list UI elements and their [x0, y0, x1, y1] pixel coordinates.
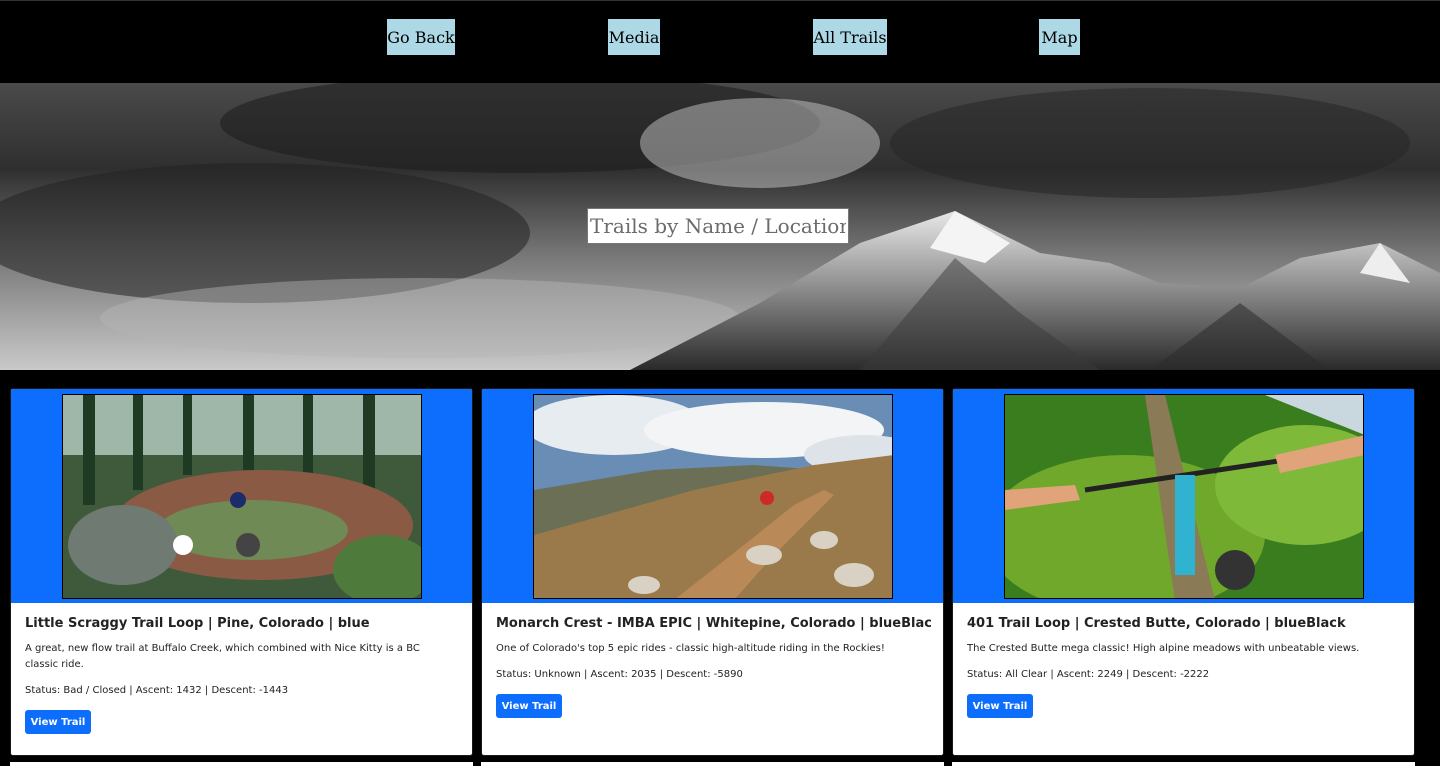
- trail-photo[interactable]: [1004, 394, 1364, 599]
- trail-card: 401 Trail Loop | Crested Butte, Colorado…: [952, 388, 1415, 756]
- top-nav: Go Back Media All Trails Map: [0, 0, 1440, 83]
- trail-status: Status: All Clear | Ascent: 2249 | Desce…: [967, 669, 1210, 680]
- next-card-edge: [481, 762, 944, 766]
- view-trail-button[interactable]: View Trail: [967, 694, 1033, 718]
- view-trail-button[interactable]: View Trail: [25, 710, 91, 734]
- trail-title: 401 Trail Loop | Crested Butte, Colorado…: [967, 616, 1346, 631]
- trail-description: The Crested Butte mega classic! High alp…: [967, 643, 1360, 654]
- trail-card: Monarch Crest - IMBA EPIC | Whitepine, C…: [481, 388, 944, 756]
- trail-title: Little Scraggy Trail Loop | Pine, Colora…: [25, 616, 370, 631]
- trail-status: Status: Unknown | Ascent: 2035 | Descent…: [496, 669, 743, 680]
- trail-photo[interactable]: [533, 394, 893, 599]
- trail-description: A great, new flow trail at Buffalo Creek…: [25, 643, 420, 670]
- trail-description: One of Colorado's top 5 epic rides - cla…: [496, 643, 885, 654]
- trail-title: Monarch Crest - IMBA EPIC | Whitepine, C…: [496, 616, 931, 631]
- go-back-button[interactable]: Go Back: [387, 19, 455, 55]
- map-button[interactable]: Map: [1039, 19, 1080, 55]
- all-trails-button[interactable]: All Trails: [813, 19, 887, 55]
- next-card-edge: [952, 762, 1415, 766]
- next-card-edge: [10, 762, 473, 766]
- trail-status: Status: Bad / Closed | Ascent: 1432 | De…: [25, 685, 289, 696]
- trail-card: Little Scraggy Trail Loop | Pine, Colora…: [10, 388, 473, 756]
- trail-search-input[interactable]: [587, 208, 849, 244]
- trail-photo[interactable]: [62, 394, 422, 599]
- view-trail-button[interactable]: View Trail: [496, 694, 562, 718]
- media-button[interactable]: Media: [608, 19, 660, 55]
- hero-banner: [0, 83, 1440, 370]
